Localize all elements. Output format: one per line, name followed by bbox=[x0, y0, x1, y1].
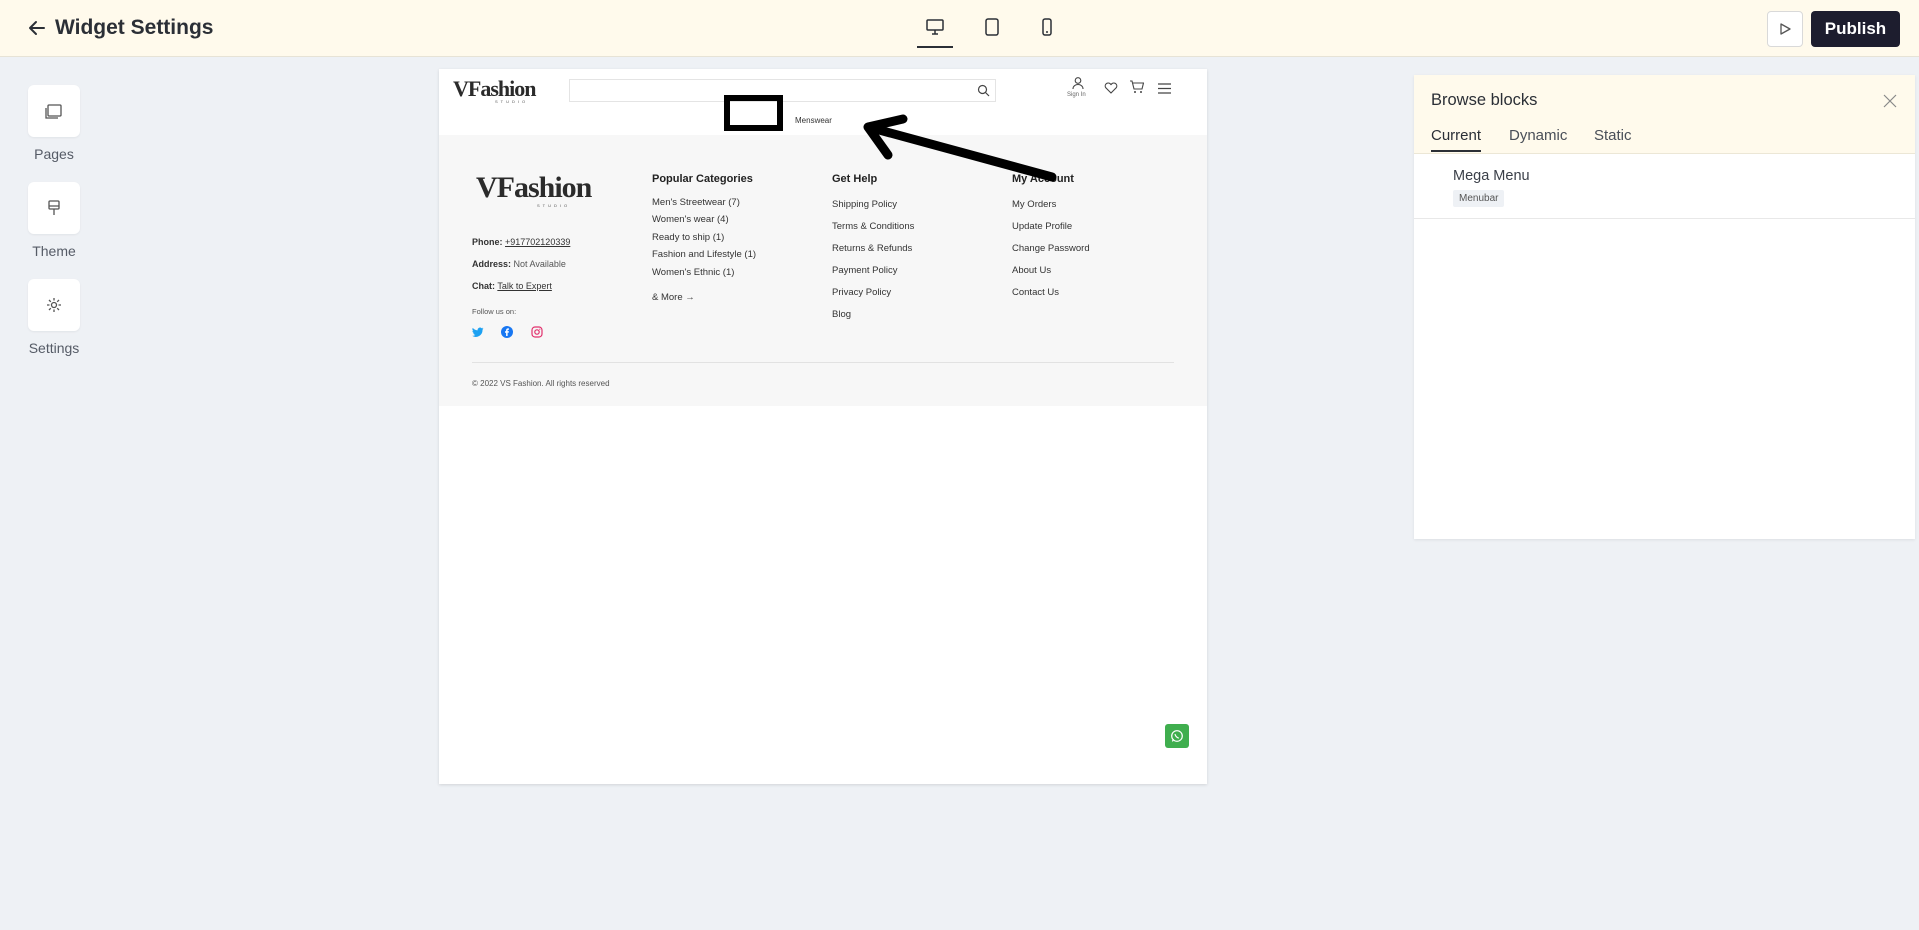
wishlist-heart-icon[interactable] bbox=[1104, 81, 1118, 99]
nav-theme-label: Theme bbox=[32, 243, 76, 259]
site-footer: VFashion STUDIO Phone: +917702120339 Add… bbox=[439, 135, 1207, 406]
pages-icon bbox=[45, 104, 62, 119]
sign-in-label[interactable]: Sign In bbox=[1067, 92, 1086, 98]
chat-link[interactable]: Talk to Expert bbox=[497, 281, 552, 291]
footer-link[interactable]: My Orders bbox=[1012, 199, 1056, 210]
popular-categories-title: Popular Categories bbox=[652, 173, 753, 185]
mobile-icon bbox=[1042, 18, 1052, 36]
get-help-title: Get Help bbox=[832, 173, 878, 185]
cart-icon[interactable] bbox=[1129, 80, 1145, 99]
play-icon bbox=[1780, 23, 1791, 35]
publish-button[interactable]: Publish bbox=[1811, 11, 1900, 47]
footer-link[interactable]: Blog bbox=[832, 309, 851, 320]
footer-link[interactable]: Contact Us bbox=[1012, 287, 1059, 298]
footer-logo-sub: STUDIO bbox=[537, 203, 571, 208]
hamburger-menu-icon[interactable] bbox=[1158, 81, 1171, 99]
nav-pages-label: Pages bbox=[34, 146, 74, 162]
instagram-icon[interactable] bbox=[531, 325, 543, 343]
preview-button[interactable] bbox=[1767, 11, 1803, 47]
paint-brush-icon bbox=[48, 200, 60, 215]
theme-button[interactable] bbox=[28, 182, 80, 234]
gear-icon bbox=[47, 298, 61, 312]
mobile-view-button[interactable] bbox=[1029, 14, 1065, 48]
more-link[interactable]: & More → bbox=[652, 292, 695, 303]
search-icon[interactable] bbox=[977, 84, 990, 102]
desktop-view-button[interactable] bbox=[917, 14, 953, 48]
pages-button[interactable] bbox=[28, 85, 80, 137]
facebook-icon[interactable] bbox=[501, 325, 513, 343]
footer-link[interactable]: About Us bbox=[1012, 265, 1051, 276]
footer-link[interactable]: Fashion and Lifestyle (1) bbox=[652, 249, 756, 260]
nav-pages[interactable]: Pages bbox=[20, 85, 88, 162]
footer-link[interactable]: Returns & Refunds bbox=[832, 243, 912, 254]
tablet-view-button[interactable] bbox=[974, 14, 1010, 48]
footer-link[interactable]: Women's Ethnic (1) bbox=[652, 267, 734, 278]
footer-link[interactable]: Payment Policy bbox=[832, 265, 897, 276]
browse-blocks-panel: Browse blocks Current Dynamic Static Meg… bbox=[1414, 75, 1915, 539]
page-title: Widget Settings bbox=[55, 16, 214, 39]
phone-link[interactable]: +917702120339 bbox=[505, 237, 570, 247]
nav-settings-label: Settings bbox=[28, 340, 80, 356]
twitter-icon[interactable] bbox=[472, 325, 484, 343]
whatsapp-icon bbox=[1171, 730, 1183, 742]
footer-logo: VFashion bbox=[476, 171, 592, 204]
back-arrow-icon[interactable] bbox=[26, 17, 48, 39]
nav-settings[interactable]: Settings bbox=[20, 279, 88, 356]
copyright-text: © 2022 VS Fashion. All rights reserved bbox=[472, 379, 610, 388]
footer-phone: Phone: +917702120339 bbox=[472, 237, 571, 247]
footer-link[interactable]: Ready to ship (1) bbox=[652, 232, 724, 243]
footer-link[interactable]: Update Profile bbox=[1012, 221, 1072, 232]
whatsapp-button[interactable] bbox=[1165, 724, 1189, 748]
preview-canvas: VFashion STUDIO Sign In Menswear VFashio… bbox=[439, 69, 1207, 784]
settings-button[interactable] bbox=[28, 279, 80, 331]
panel-header: Browse blocks Current Dynamic Static bbox=[1414, 75, 1915, 154]
nav-theme[interactable]: Theme bbox=[20, 182, 88, 259]
footer-divider bbox=[472, 362, 1174, 363]
footer-link[interactable]: Men's Streetwear (7) bbox=[652, 197, 740, 208]
tab-current[interactable]: Current bbox=[1431, 127, 1482, 152]
arrow-right-icon: → bbox=[685, 292, 695, 303]
panel-title: Browse blocks bbox=[1431, 91, 1538, 109]
footer-link[interactable]: Shipping Policy bbox=[832, 199, 897, 210]
footer-link[interactable]: Terms & Conditions bbox=[832, 221, 914, 232]
tablet-icon bbox=[985, 18, 999, 36]
block-name: Mega Menu bbox=[1453, 168, 1530, 184]
footer-address: Address: Not Available bbox=[472, 259, 566, 269]
desktop-icon bbox=[926, 19, 944, 35]
my-account-title: My Account bbox=[1012, 173, 1074, 185]
top-bar: Widget Settings Publish bbox=[0, 0, 1919, 57]
tab-dynamic[interactable]: Dynamic bbox=[1509, 127, 1567, 150]
block-item-mega-menu[interactable]: Mega Menu Menubar bbox=[1414, 154, 1915, 219]
annotation-highlight-box bbox=[724, 95, 783, 131]
footer-chat: Chat: Talk to Expert bbox=[472, 281, 552, 291]
menu-item-menswear[interactable]: Menswear bbox=[795, 116, 832, 125]
close-icon[interactable] bbox=[1882, 93, 1898, 109]
footer-link[interactable]: Change Password bbox=[1012, 243, 1090, 254]
block-badge: Menubar bbox=[1453, 190, 1505, 207]
tab-static[interactable]: Static bbox=[1594, 127, 1632, 150]
footer-link[interactable]: Women's wear (4) bbox=[652, 214, 729, 225]
footer-link[interactable]: Privacy Policy bbox=[832, 287, 891, 298]
site-logo-sub: STUDIO bbox=[495, 99, 529, 104]
follow-us-label: Follow us on: bbox=[472, 307, 517, 316]
site-header: VFashion STUDIO Sign In Menswear bbox=[439, 69, 1207, 135]
